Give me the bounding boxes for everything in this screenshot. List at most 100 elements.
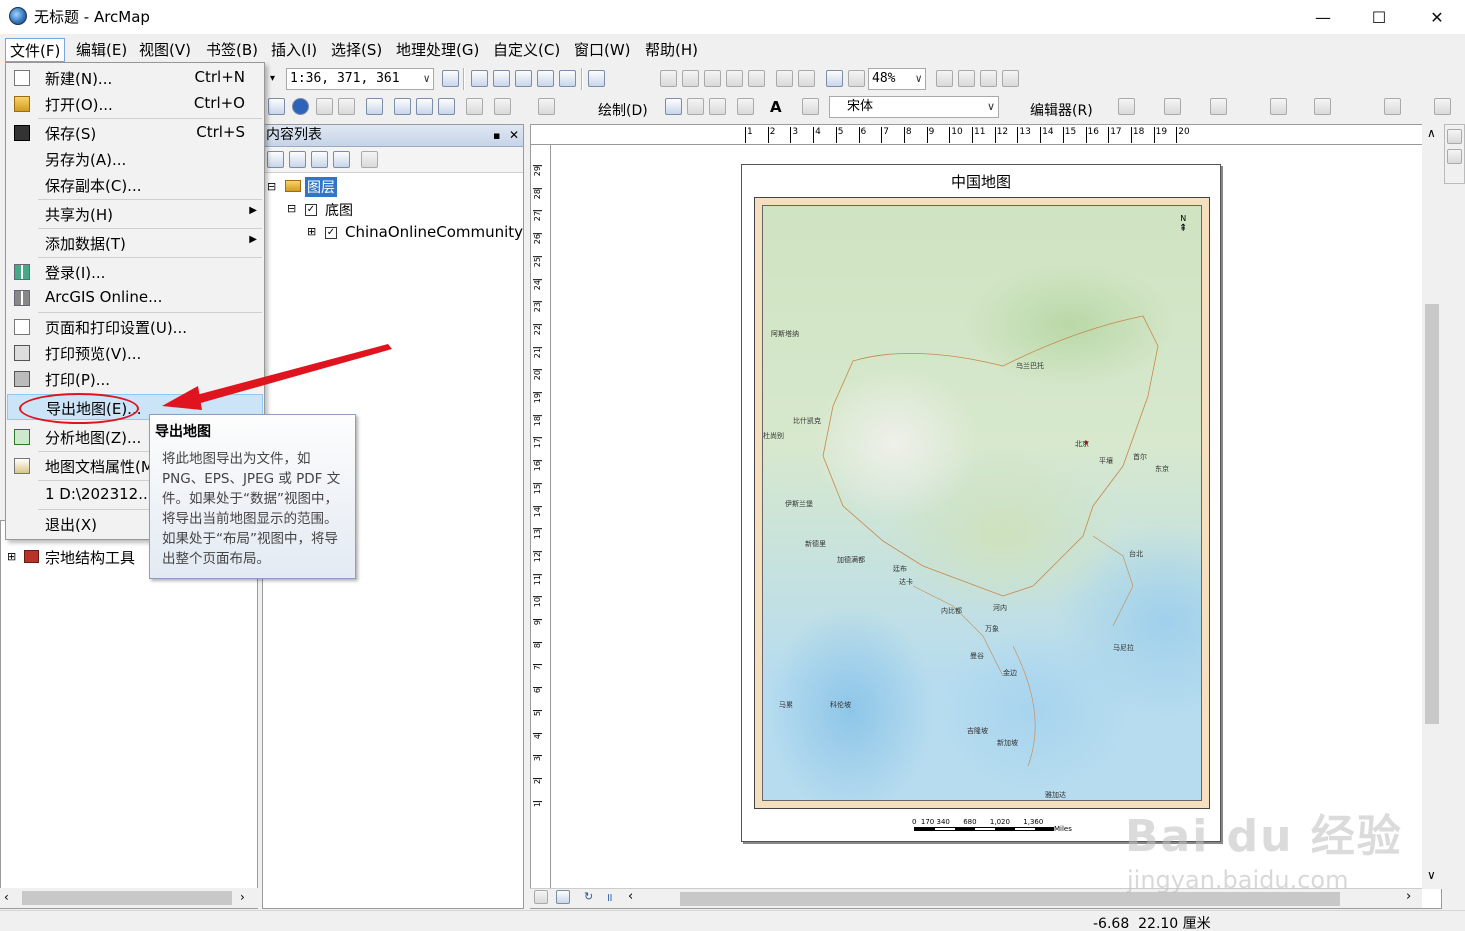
collapse-icon[interactable]: ⊟ — [267, 180, 276, 193]
layout-icon[interactable] — [442, 70, 459, 87]
scale-bar[interactable] — [914, 827, 1054, 831]
catalog-icon[interactable] — [515, 70, 532, 87]
font-combo[interactable]: 宋体 ∨ — [829, 96, 999, 118]
menu-help[interactable]: 帮助(H) — [641, 38, 702, 62]
menu-item-page-setup[interactable]: 页面和打印设置(U)... — [7, 314, 263, 340]
menu-bookmarks[interactable]: 书签(B) — [202, 38, 262, 62]
pause-drawing-icon[interactable]: ॥ — [606, 890, 613, 905]
search-tab-icon[interactable] — [1447, 149, 1462, 164]
scroll-right-icon[interactable]: › — [1406, 889, 1411, 904]
menu-item-share-as[interactable]: 共享为(H) ▶ — [7, 201, 263, 227]
sketch-icon[interactable] — [1210, 98, 1227, 115]
scroll-left-icon[interactable]: ‹ — [4, 890, 9, 904]
edit-tool-icon[interactable] — [1118, 98, 1135, 115]
draw-menu-button[interactable]: 绘制(D) — [598, 100, 648, 120]
attributes-icon[interactable] — [1384, 98, 1401, 115]
map-scale-combo[interactable]: 1:36, 371, 361 ∨ — [286, 68, 434, 90]
rotate-icon[interactable] — [687, 98, 704, 115]
full-extent-icon[interactable] — [726, 70, 743, 87]
data-driven-pages-icon[interactable] — [1002, 70, 1019, 87]
toolbox-horizontal-scrollbar[interactable]: ‹ › — [0, 888, 258, 908]
basemap-group[interactable]: 底图 — [325, 200, 353, 220]
menu-item-new[interactable]: 新建(N)... Ctrl+N — [7, 65, 263, 91]
find-icon[interactable] — [394, 98, 411, 115]
editor-menu-button[interactable]: 编辑器(R) — [1030, 100, 1093, 120]
close-button[interactable]: ✕ — [1408, 0, 1465, 34]
scroll-down-icon[interactable]: ∨ — [1427, 868, 1436, 882]
scroll-thumb[interactable] — [680, 892, 1340, 906]
menu-customize[interactable]: 自定义(C) — [489, 38, 564, 62]
sketch-properties-icon[interactable] — [1434, 98, 1451, 115]
viewer-icon[interactable] — [494, 98, 511, 115]
back-extent-icon[interactable] — [826, 70, 843, 87]
html-popup-icon[interactable] — [338, 98, 355, 115]
zoom-in-fixed-icon[interactable] — [660, 70, 677, 87]
identify-icon[interactable] — [292, 98, 309, 115]
menu-file[interactable]: 文件(F) — [5, 38, 66, 62]
map-frame[interactable]: ★ 北京 乌兰巴托 首尔 平壤 东京 阿斯塔纳 比什凯克 杜尚别 伊斯兰堡 新德… — [754, 197, 1210, 809]
layers-root[interactable]: 图层 — [305, 177, 337, 197]
zoom-to-elements-icon[interactable] — [709, 98, 726, 115]
list-by-source-icon[interactable] — [289, 151, 306, 168]
zoom-out-fixed-icon[interactable] — [682, 70, 699, 87]
goto-xy-icon[interactable] — [438, 98, 455, 115]
catalog-tab-icon[interactable] — [1447, 129, 1462, 144]
forward-extent-icon[interactable] — [848, 70, 865, 87]
toolbox-item[interactable]: 宗地结构工具 — [45, 547, 135, 568]
python-window-icon[interactable] — [559, 70, 576, 87]
menu-edit[interactable]: 编辑(E) — [72, 38, 131, 62]
right-dock-tabs[interactable] — [1444, 124, 1465, 184]
north-arrow-icon[interactable]: N ⇞ — [1179, 214, 1187, 234]
layout-vertical-scrollbar[interactable]: ∧ ∨ — [1422, 124, 1442, 889]
menu-item-save-as[interactable]: 另存为(A)... — [7, 146, 263, 172]
menu-item-save[interactable]: 保存(S) Ctrl+S — [7, 120, 263, 146]
menu-geoprocessing[interactable]: 地理处理(G) — [392, 38, 483, 62]
menu-selection[interactable]: 选择(S) — [327, 38, 386, 62]
select-elements-icon[interactable] — [268, 98, 285, 115]
layer-china-online[interactable]: ChinaOnlineCommunity — [345, 223, 523, 241]
graphics-icon[interactable] — [538, 98, 555, 115]
menu-windows[interactable]: 窗口(W) — [570, 38, 635, 62]
modelbuilder-icon[interactable] — [588, 70, 605, 87]
pan-icon[interactable] — [704, 70, 721, 87]
straight-segment-icon[interactable] — [1164, 98, 1181, 115]
zoom-whole-page-icon[interactable] — [776, 70, 793, 87]
toc-options-icon[interactable] — [361, 151, 378, 168]
search-window-icon[interactable] — [537, 70, 554, 87]
route-icon[interactable] — [416, 98, 433, 115]
list-by-drawing-order-icon[interactable] — [267, 151, 284, 168]
menu-insert[interactable]: 插入(I) — [267, 38, 321, 62]
page-icon[interactable] — [748, 70, 765, 87]
hyperlink-icon[interactable] — [316, 98, 333, 115]
edit-vertices-icon[interactable] — [802, 98, 819, 115]
collapse-icon[interactable]: ⊟ — [287, 202, 296, 215]
rectangle-icon[interactable] — [737, 98, 754, 115]
layout-view-icon[interactable] — [556, 890, 570, 904]
menu-item-arcgis-online[interactable]: ArcGIS Online... — [7, 285, 263, 311]
zoom-combo[interactable]: 48% ∨ — [868, 68, 926, 90]
scroll-thumb[interactable] — [22, 891, 232, 905]
layout-page-area[interactable]: 中国地图 ★ 北京 乌兰巴托 首尔 平壤 东京 阿斯塔纳 比什凯克 杜尚别 伊斯… — [551, 146, 1422, 890]
maximize-button[interactable]: ☐ — [1350, 0, 1408, 34]
checkbox-basemap[interactable]: ✓ — [305, 204, 317, 216]
menu-item-add-data[interactable]: 添加数据(T) ▶ — [7, 230, 263, 256]
map-title[interactable]: 中国地图 — [742, 171, 1220, 192]
select-arrow-icon[interactable] — [665, 98, 682, 115]
editor-toolbar-icon[interactable] — [471, 70, 488, 87]
zoom-100-icon[interactable] — [798, 70, 815, 87]
menu-item-open[interactable]: 打开(O)... Ctrl+O — [7, 91, 263, 117]
split-icon[interactable] — [1270, 98, 1287, 115]
data-view-icon[interactable] — [534, 890, 548, 904]
expand-icon[interactable]: ⊞ — [7, 550, 16, 563]
list-by-visibility-icon[interactable] — [311, 151, 328, 168]
toc-close-button[interactable]: ✕ — [509, 125, 519, 146]
focus-frame-icon[interactable] — [958, 70, 975, 87]
refresh-icon[interactable]: ↻ — [584, 890, 593, 903]
time-slider-icon[interactable] — [466, 98, 483, 115]
minimize-button[interactable]: — — [1294, 0, 1352, 34]
change-layout-icon[interactable] — [980, 70, 997, 87]
menu-view[interactable]: 视图(V) — [135, 38, 195, 62]
cut-polygons-icon[interactable] — [1314, 98, 1331, 115]
measure-icon[interactable] — [366, 98, 383, 115]
dropdown-arrow-icon[interactable]: ▾ — [270, 73, 275, 84]
